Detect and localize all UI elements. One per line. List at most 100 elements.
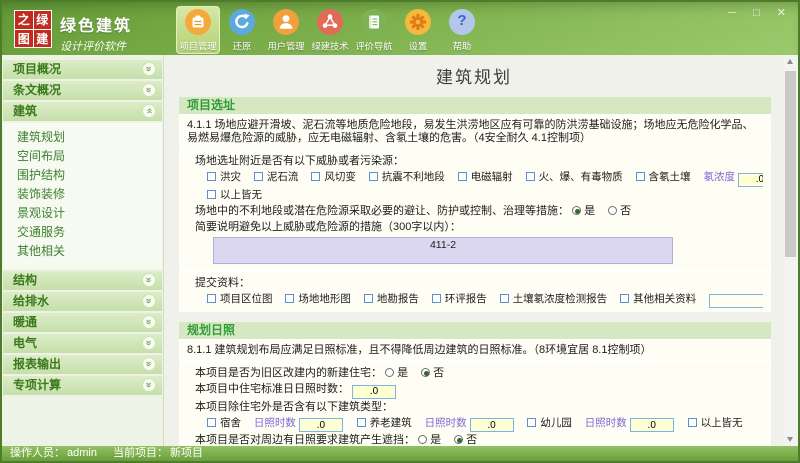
sidebar-item-envelope-structure[interactable]: 围护结构 bbox=[17, 166, 162, 185]
chevron-down-icon bbox=[142, 62, 156, 76]
checkbox-label: 宿舍 bbox=[220, 416, 241, 429]
radio-measures-yes[interactable]: 是 bbox=[572, 205, 595, 217]
brand-title: 绿色建筑 bbox=[60, 18, 133, 35]
sidebar: 项目概况 条文概况 建筑 建筑规划 空间布局 围护结构 装饰装修 景观设计 交通… bbox=[2, 55, 164, 446]
toolbar-item-evaluation-nav[interactable]: 评价导航 bbox=[352, 6, 396, 54]
checkbox-emi[interactable]: 电磁辐射 bbox=[457, 171, 513, 183]
section-label: 电气 bbox=[13, 336, 38, 350]
site-form-block: 场地选址附近是否有以下威胁或者污染源： 洪灾 泥石流 风切变 抗震不利地段 电磁… bbox=[179, 150, 771, 270]
kindergarten-hours-input[interactable] bbox=[629, 418, 674, 432]
checkbox-label: 项目区位图 bbox=[220, 292, 273, 305]
checkbox-other-materials[interactable]: 其他相关资料 bbox=[620, 293, 696, 305]
radio-renewal-yes[interactable]: 是 bbox=[385, 367, 408, 379]
checkbox-elderly-care[interactable]: 养老建筑 bbox=[356, 416, 412, 429]
operator-value: admin bbox=[67, 447, 97, 459]
sidebar-section-hvac[interactable]: 暖通 bbox=[3, 313, 162, 332]
toolbar-item-label: 项目管理 bbox=[179, 42, 217, 53]
maximize-button[interactable]: □ bbox=[753, 7, 760, 19]
radio-shading-yes[interactable]: 是 bbox=[418, 434, 441, 446]
elderly-hours-input[interactable] bbox=[469, 418, 514, 432]
radio-renewal-no[interactable]: 否 bbox=[421, 367, 444, 379]
checkbox-types-none[interactable]: 以上皆无 bbox=[687, 417, 743, 429]
close-button[interactable]: ✕ bbox=[777, 7, 786, 19]
checkbox-flood[interactable]: 洪灾 bbox=[207, 171, 241, 183]
other-materials-input[interactable] bbox=[709, 294, 763, 308]
sidebar-item-decoration[interactable]: 装饰装修 bbox=[17, 185, 162, 204]
scroll-thumb[interactable] bbox=[785, 71, 796, 257]
sidebar-item-space-layout[interactable]: 空间布局 bbox=[17, 147, 162, 166]
checkbox-radon-test-report[interactable]: 土壤氡浓度检测报告 bbox=[499, 293, 607, 305]
sidebar-section-building[interactable]: 建筑 bbox=[3, 102, 162, 121]
toolbar-item-settings[interactable]: 设置 bbox=[396, 6, 440, 54]
checkbox-eia-report[interactable]: 环评报告 bbox=[431, 293, 487, 305]
radio-shading-no[interactable]: 否 bbox=[454, 434, 477, 446]
chevron-down-icon bbox=[142, 273, 156, 287]
checkbox-box-icon bbox=[635, 172, 645, 181]
checkbox-box-icon bbox=[457, 172, 467, 181]
radon-input[interactable] bbox=[737, 172, 763, 187]
sidebar-section-special-calc[interactable]: 专项计算 bbox=[3, 376, 162, 395]
checkbox-label: 场地地形图 bbox=[298, 292, 351, 305]
brand-block: 绿色建筑 设计评价软件 bbox=[60, 12, 132, 54]
toolbar-item-label: 绿建技术 bbox=[311, 42, 349, 53]
checkbox-radon-soil[interactable]: 含氡土壤 bbox=[635, 171, 691, 183]
checkbox-box-icon bbox=[527, 417, 537, 427]
radio-measures-no[interactable]: 否 bbox=[608, 205, 631, 217]
sidebar-item-other-related[interactable]: 其他相关 bbox=[17, 242, 162, 261]
sidebar-section-project-overview[interactable]: 项目概况 bbox=[3, 60, 162, 79]
scroll-down-button[interactable] bbox=[784, 433, 797, 446]
checkbox-geological-report[interactable]: 地勘报告 bbox=[363, 293, 419, 305]
checkbox-box-icon bbox=[687, 417, 697, 427]
status-bar: 操作人员： admin 当前项目： 新项目 bbox=[2, 446, 798, 461]
brief-textarea[interactable]: 411-2 bbox=[213, 236, 673, 264]
sidebar-section-structure[interactable]: 结构 bbox=[3, 271, 162, 290]
sidebar-item-building-planning[interactable]: 建筑规划 bbox=[17, 128, 162, 147]
checkbox-label: 养老建筑 bbox=[369, 416, 412, 429]
hours-row: 本项目中住宅标准日日照时数： bbox=[195, 382, 763, 399]
logo-seal-cell: 图 bbox=[15, 29, 33, 47]
checkbox-kindergarten[interactable]: 幼儿园 bbox=[527, 417, 572, 429]
toolbar-item-restore[interactable]: 还原 bbox=[220, 6, 264, 54]
checkbox-dormitory[interactable]: 宿舍 bbox=[207, 417, 241, 429]
dormitory-hours-label: 日照时数 bbox=[253, 416, 296, 429]
standard-day-hours-input[interactable] bbox=[352, 384, 397, 399]
checkbox-debris-flow[interactable]: 泥石流 bbox=[253, 171, 299, 183]
vertical-scrollbar[interactable] bbox=[784, 55, 798, 446]
checkbox-wind-shear[interactable]: 风切变 bbox=[311, 171, 356, 183]
logo-seal-cell: 绿 bbox=[33, 11, 51, 29]
sidebar-item-landscape-design[interactable]: 景观设计 bbox=[17, 204, 162, 223]
checkbox-label: 风切变 bbox=[324, 171, 356, 183]
checkbox-label: 以上皆无 bbox=[220, 188, 262, 201]
restore-refresh-icon bbox=[229, 9, 255, 35]
checkbox-box-icon bbox=[253, 172, 263, 181]
checkbox-label: 泥石流 bbox=[266, 171, 299, 183]
sidebar-section-electrical[interactable]: 电气 bbox=[3, 334, 162, 353]
dormitory-hours-input[interactable] bbox=[298, 418, 343, 432]
checkbox-terrain-map[interactable]: 场地地形图 bbox=[285, 293, 351, 305]
radio-label: 否 bbox=[620, 204, 632, 217]
sidebar-section-plumbing[interactable]: 给排水 bbox=[3, 292, 162, 311]
toolbar-item-label: 评价导航 bbox=[355, 42, 393, 53]
sidebar-item-transport-service[interactable]: 交通服务 bbox=[17, 223, 162, 242]
kindergarten-hours-label: 日照时数 bbox=[584, 416, 627, 429]
checkbox-seismic-adverse-area[interactable]: 抗震不利地段 bbox=[368, 171, 445, 183]
toolbar-item-green-tech[interactable]: 绿建技术 bbox=[308, 6, 352, 54]
checkbox-none-above[interactable]: 以上皆无 bbox=[207, 189, 262, 201]
section-label: 项目概况 bbox=[13, 62, 62, 76]
checkbox-box-icon bbox=[311, 172, 321, 181]
sidebar-section-report-output[interactable]: 报表输出 bbox=[3, 355, 162, 374]
scroll-up-button[interactable] bbox=[784, 55, 797, 68]
checkbox-location-map[interactable]: 项目区位图 bbox=[207, 293, 273, 305]
checkbox-label: 洪灾 bbox=[220, 171, 241, 183]
minimize-button[interactable]: ─ bbox=[728, 7, 736, 19]
radio-selected-icon bbox=[421, 368, 431, 377]
toolbar-item-project-management[interactable]: 项目管理 bbox=[176, 6, 220, 54]
toolbar-item-user-management[interactable]: 用户管理 bbox=[264, 6, 308, 54]
toolbar-item-help[interactable]: 帮助 bbox=[440, 6, 484, 54]
checkbox-label: 含氡土壤 bbox=[648, 171, 691, 183]
section-label: 结构 bbox=[13, 273, 38, 287]
checkbox-fire-explosive-toxic[interactable]: 火、爆、有毒物质 bbox=[525, 171, 623, 183]
renewal-question: 本项目是否为旧区改建内的新建住宅： bbox=[195, 367, 382, 379]
sidebar-section-clause-overview[interactable]: 条文概况 bbox=[3, 81, 162, 100]
section-header: 规划日照 bbox=[179, 322, 771, 339]
